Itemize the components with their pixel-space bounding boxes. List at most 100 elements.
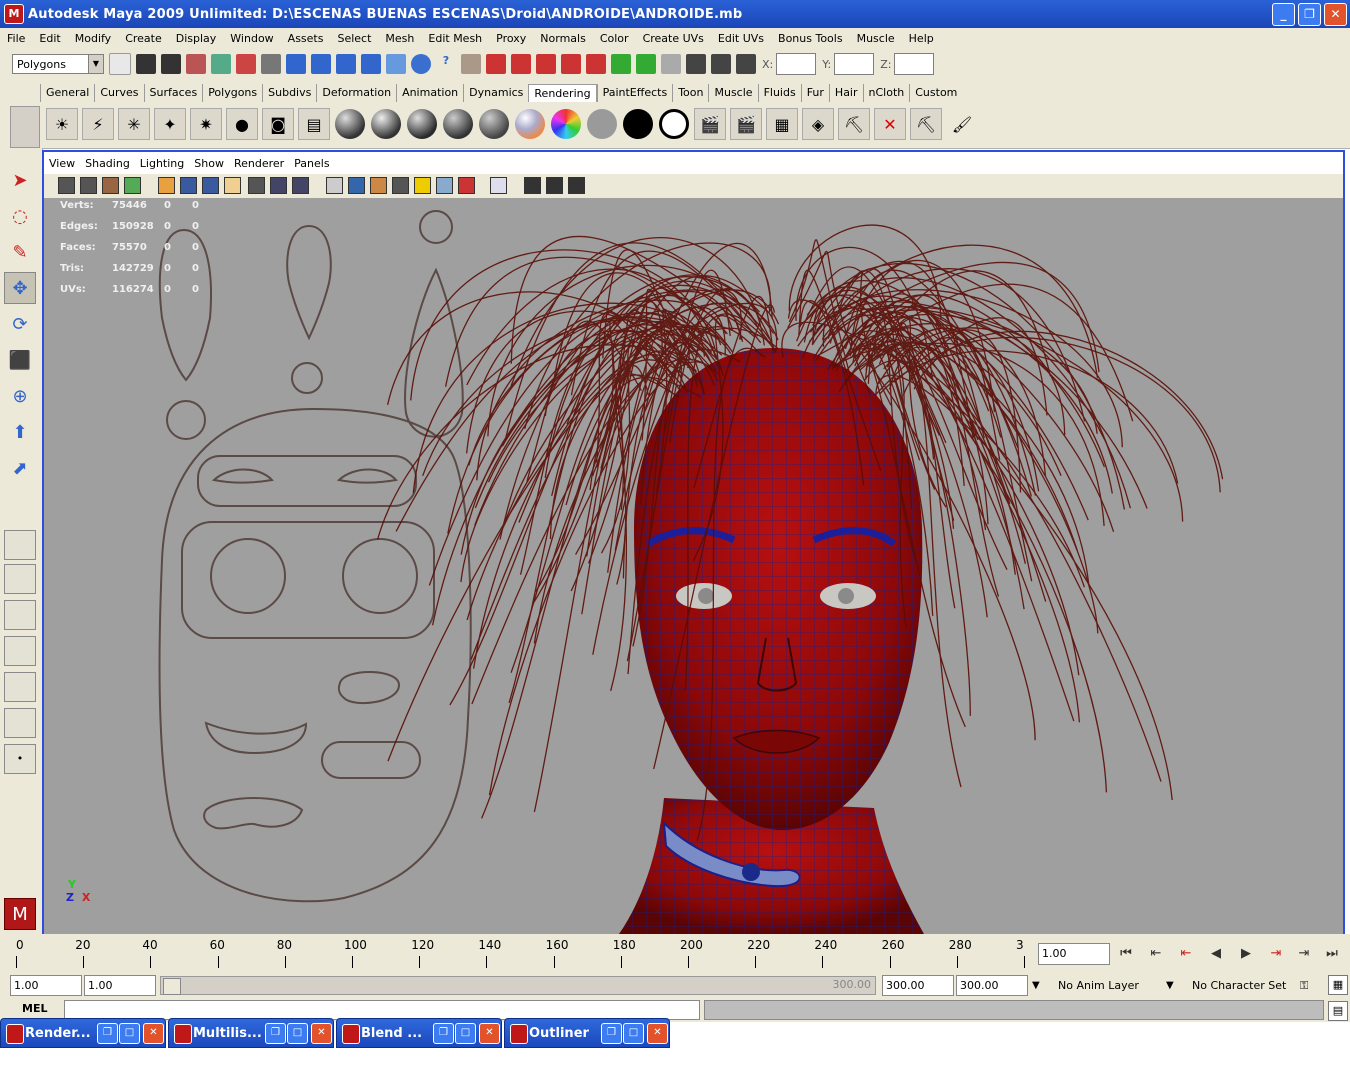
menu-edit-mesh[interactable]: Edit Mesh [421, 32, 489, 45]
shelf-tab-ncloth[interactable]: nCloth [862, 84, 910, 102]
save-scene-icon[interactable] [161, 54, 181, 74]
four-view-layout-icon[interactable] [4, 564, 36, 594]
character-set-dropdown[interactable]: No Character Set [1192, 975, 1286, 996]
use-all-lights-icon[interactable] [414, 177, 431, 194]
panel-menu-view[interactable]: View [44, 157, 80, 170]
persp-trax-layout-icon[interactable] [4, 708, 36, 738]
gate-mask-icon[interactable] [224, 177, 241, 194]
single-perspective-layout-icon[interactable] [4, 530, 36, 560]
grid-toggle-icon[interactable] [158, 177, 175, 194]
multilister-window[interactable]: Multilis... ❐ □ ✕ [168, 1018, 334, 1048]
anim-layer-dropdown[interactable]: No Anim Layer [1058, 975, 1139, 996]
high-quality-icon[interactable] [458, 177, 475, 194]
window-close-icon[interactable]: ✕ [479, 1023, 500, 1044]
select-hierarchy-icon[interactable] [186, 54, 206, 74]
maya-logo-icon[interactable]: M [4, 898, 36, 930]
animation-prefs-icon[interactable]: ▦ [1328, 975, 1348, 995]
resolution-gate-icon[interactable] [202, 177, 219, 194]
restore-button[interactable]: ❐ [1298, 3, 1321, 26]
script-editor-icon[interactable]: ▤ [1328, 1001, 1348, 1021]
window-close-icon[interactable]: ✕ [311, 1023, 332, 1044]
menu-create[interactable]: Create [118, 32, 169, 45]
rotate-tool-icon[interactable]: ⟳ [4, 308, 36, 340]
shelf-tab-toon[interactable]: Toon [672, 84, 708, 102]
attribute-editor-icon[interactable] [686, 54, 706, 74]
menu-bonus-tools[interactable]: Bonus Tools [771, 32, 850, 45]
camera-icon[interactable]: ◙ [262, 108, 294, 140]
window-maximize-icon[interactable]: □ [287, 1023, 308, 1044]
anisotropic-material-icon[interactable] [478, 108, 510, 140]
film-gate-icon[interactable] [180, 177, 197, 194]
animation-start-field[interactable]: 1.00 [10, 975, 82, 996]
select-object-icon[interactable] [211, 54, 231, 74]
window-maximize-icon[interactable]: □ [623, 1023, 644, 1044]
ipr-render-shelf-icon[interactable]: 🎬 [730, 108, 762, 140]
persp-outliner-layout-icon[interactable] [4, 600, 36, 630]
play-backwards-icon[interactable]: ◀ [1204, 944, 1228, 964]
backface-icon[interactable] [568, 177, 585, 194]
hypershade-shelf-icon[interactable]: ▤ [298, 108, 330, 140]
input-ops-icon[interactable] [611, 54, 631, 74]
camera-attributes-icon[interactable] [80, 177, 97, 194]
shelf-tab-deformation[interactable]: Deformation [316, 84, 396, 102]
go-to-start-icon[interactable]: ⏮ [1114, 944, 1138, 964]
perspective-viewport[interactable]: Verts: 75446 0 0 Edges: 150928 0 0 Faces: 75570… [44, 198, 1343, 934]
step-back-key-icon[interactable]: ⇤ [1144, 944, 1168, 964]
menu-proxy[interactable]: Proxy [489, 32, 533, 45]
menu-edit-uvs[interactable]: Edit UVs [711, 32, 771, 45]
render-settings-shelf-icon[interactable]: ▦ [766, 108, 798, 140]
textured-icon[interactable] [392, 177, 409, 194]
menu-select[interactable]: Select [330, 32, 378, 45]
snap-curve-icon[interactable] [286, 54, 306, 74]
z-field[interactable] [894, 53, 935, 75]
paint-brush-icon[interactable]: 🖌 [946, 108, 978, 140]
play-forwards-icon[interactable]: ▶ [1234, 944, 1258, 964]
auto-key-icon[interactable]: ⚿ [1300, 975, 1308, 996]
history-icon[interactable] [386, 54, 406, 74]
wireframe-icon[interactable] [326, 177, 343, 194]
scale-tool-icon[interactable]: ⬛ [4, 344, 36, 376]
menu-create-uvs[interactable]: Create UVs [636, 32, 711, 45]
shelf-tab-animation[interactable]: Animation [396, 84, 463, 102]
phonge-material-icon[interactable] [442, 108, 474, 140]
image-plane-icon[interactable] [124, 177, 141, 194]
step-forward-frame-icon[interactable]: ⇥ [1264, 944, 1288, 964]
shelf-menu-button[interactable] [10, 106, 40, 148]
x-field[interactable] [776, 53, 817, 75]
shelf-tab-dynamics[interactable]: Dynamics [463, 84, 528, 102]
shadow-shader-icon[interactable] [658, 108, 690, 140]
ambient-light-icon[interactable]: ☀ [46, 108, 78, 140]
delete-icon[interactable]: ✕ [874, 108, 906, 140]
shelf-tab-hair[interactable]: Hair [828, 84, 863, 102]
shelf-tab-custom[interactable]: Custom [909, 84, 962, 102]
move-tool-icon[interactable]: ✥ [4, 272, 36, 304]
current-frame-field[interactable]: 1.00 [1038, 943, 1110, 965]
go-to-end-icon[interactable]: ⏭ [1320, 944, 1344, 964]
playback-end-field[interactable]: 300.00 [882, 975, 954, 996]
panel-menu-shading[interactable]: Shading [80, 157, 135, 170]
maya-app-icon[interactable]: M [4, 4, 24, 24]
show-manipulator-icon[interactable]: ⬈ [4, 452, 36, 484]
render-settings-icon[interactable] [561, 54, 581, 74]
window-restore-icon[interactable]: ❐ [433, 1023, 454, 1044]
bookmarks-icon[interactable] [102, 177, 119, 194]
menu-mesh[interactable]: Mesh [378, 32, 421, 45]
shelf-tab-subdivs[interactable]: Subdivs [262, 84, 316, 102]
lambert-material-icon[interactable] [334, 108, 366, 140]
shelf-tab-general[interactable]: General [40, 84, 94, 102]
ipr-render-icon[interactable] [536, 54, 556, 74]
make-live-icon[interactable] [361, 54, 381, 74]
phong-material-icon[interactable] [406, 108, 438, 140]
panel-menu-lighting[interactable]: Lighting [135, 157, 189, 170]
shelf-tab-polygons[interactable]: Polygons [202, 84, 262, 102]
shelf-tab-muscle[interactable]: Muscle [708, 84, 757, 102]
hypershade-icon[interactable] [586, 54, 606, 74]
shelf-tab-painteffects[interactable]: PaintEffects [596, 84, 673, 102]
soft-mod-tool-icon[interactable]: ⬆ [4, 416, 36, 448]
lasso-tool-icon[interactable]: ◌ [4, 200, 36, 232]
select-component-icon[interactable] [236, 54, 256, 74]
menu-edit[interactable]: Edit [32, 32, 67, 45]
channel-box-icon[interactable] [661, 54, 681, 74]
window-restore-icon[interactable]: ❐ [97, 1023, 118, 1044]
menu-file[interactable]: File [0, 32, 32, 45]
